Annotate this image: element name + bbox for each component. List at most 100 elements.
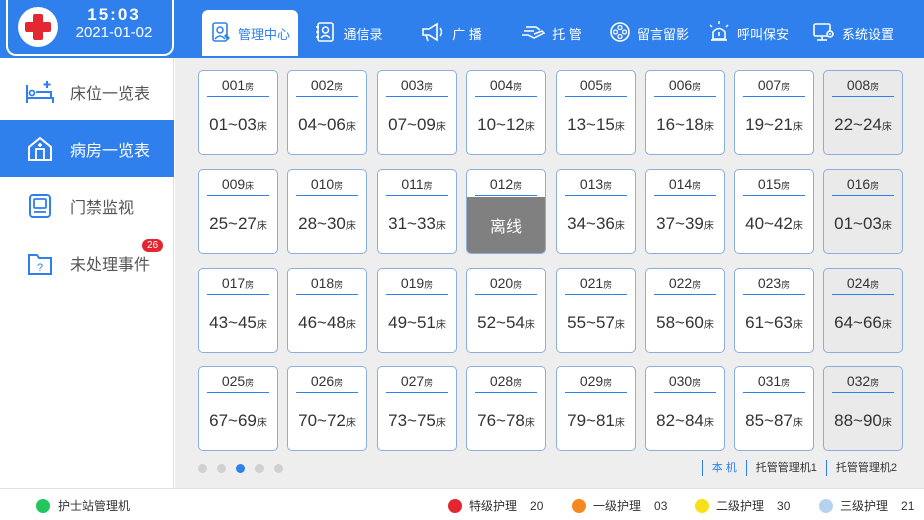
room-card[interactable]: 019房 49~51床 — [377, 268, 457, 353]
bed-range: 82~84床 — [656, 411, 714, 430]
room-number: 010房 — [296, 176, 358, 196]
room-card[interactable]: 023房 61~63床 — [734, 268, 814, 353]
bed-range: 28~30床 — [298, 214, 356, 233]
room-number: 018房 — [296, 275, 358, 295]
bed-range: 76~78床 — [477, 411, 535, 430]
machine-tab-managed-1[interactable]: 托管管理机1 — [745, 460, 826, 476]
room-number: 009床 — [207, 176, 269, 196]
bed-range: 01~03床 — [834, 214, 892, 233]
room-card[interactable]: 022房 58~60床 — [645, 268, 725, 353]
legend-dot — [448, 498, 462, 513]
sidebar-item-pending-events[interactable]: ? 未处理事件 26 — [0, 234, 174, 291]
tab-call-security[interactable]: 呼叫保安 — [698, 10, 798, 56]
tab-custody[interactable]: 托 管 — [502, 10, 600, 56]
room-card[interactable]: 014房 37~39床 — [645, 169, 725, 254]
bed-range: 40~42床 — [745, 214, 803, 233]
megaphone-icon — [420, 21, 446, 46]
bed-range: 58~60床 — [656, 313, 714, 332]
ward-house-icon — [24, 133, 56, 165]
tab-broadcast[interactable]: 广 播 — [400, 10, 502, 56]
legend-count: 03 — [654, 498, 668, 513]
room-card[interactable]: 012房 离线 — [466, 169, 546, 254]
page-dot[interactable] — [255, 464, 264, 473]
page-dot[interactable] — [236, 464, 245, 473]
room-card[interactable]: 006房 16~18床 — [645, 70, 725, 155]
tab-management-center[interactable]: 管理中心 — [202, 10, 298, 56]
svg-text:?: ? — [37, 262, 43, 274]
sidebar: 床位一览表 病房一览表 门禁监视 ? 未处理事件 26 — [0, 58, 174, 488]
room-card[interactable]: 003房 07~09床 — [377, 70, 457, 155]
room-card[interactable]: 004房 10~12床 — [466, 70, 546, 155]
film-reel-icon — [609, 21, 631, 46]
room-card[interactable]: 029房 79~81床 — [556, 366, 636, 451]
room-card[interactable]: 026房 70~72床 — [287, 366, 367, 451]
tab-label: 托 管 — [552, 26, 582, 42]
bed-range: 22~24床 — [834, 115, 892, 134]
clock-time: 15:03 — [87, 5, 141, 24]
tab-label: 系统设置 — [841, 26, 894, 42]
room-card[interactable]: 030房 82~84床 — [645, 366, 725, 451]
bed-range: 10~12床 — [477, 115, 535, 134]
legend-label: 三级护理 — [840, 499, 889, 513]
room-card[interactable]: 020房 52~54床 — [466, 268, 546, 353]
pending-folder-icon: ? — [24, 247, 56, 279]
room-card[interactable]: 028房 76~78床 — [466, 366, 546, 451]
room-card[interactable]: 027房 73~75床 — [377, 366, 457, 451]
room-card[interactable]: 032房 88~90床 — [823, 366, 903, 451]
room-card[interactable]: 024房 64~66床 — [823, 268, 903, 353]
room-card[interactable]: 015房 40~42床 — [734, 169, 814, 254]
page-dot[interactable] — [274, 464, 283, 473]
machine-tab-local[interactable]: 本 机 — [701, 460, 746, 476]
top-header: 15:03 2021-01-02 管理中心 通信录 广 播 托 管 留言留影 呼… — [0, 0, 924, 58]
legend-level1-care: 一级护理 03 — [572, 497, 667, 514]
bed-range: 88~90床 — [834, 411, 892, 430]
room-card[interactable]: 001房 01~03床 — [198, 70, 278, 155]
room-card[interactable]: 021房 55~57床 — [556, 268, 636, 353]
sidebar-item-access-monitor[interactable]: 门禁监视 — [0, 177, 174, 234]
room-card[interactable]: 013房 34~36床 — [556, 169, 636, 254]
bed-range: 04~06床 — [298, 115, 356, 134]
monitor-gear-icon — [812, 21, 836, 46]
room-number: 016房 — [832, 176, 894, 196]
bed-range: 07~09床 — [388, 115, 446, 134]
page-dot[interactable] — [198, 464, 207, 473]
room-number: 019房 — [386, 275, 448, 295]
room-number: 002房 — [296, 77, 358, 97]
room-number: 006房 — [654, 77, 716, 97]
legend-count: 30 — [777, 498, 791, 513]
bed-range: 49~51床 — [388, 313, 446, 332]
room-card[interactable]: 025房 67~69床 — [198, 366, 278, 451]
tab-label: 呼叫保安 — [736, 26, 789, 42]
bed-range: 46~48床 — [298, 313, 356, 332]
room-number: 022房 — [654, 275, 716, 295]
room-number: 017房 — [207, 275, 269, 295]
clock-date: 2021-01-02 — [75, 24, 153, 41]
sidebar-item-ward-overview[interactable]: 病房一览表 — [0, 120, 174, 177]
legend-label: 一级护理 — [593, 499, 642, 513]
room-card[interactable]: 031房 85~87床 — [734, 366, 814, 451]
machine-tab-managed-2[interactable]: 托管管理机2 — [825, 460, 906, 476]
room-number: 005房 — [565, 77, 627, 97]
tab-label: 留言留影 — [636, 26, 689, 42]
room-card[interactable]: 016房 01~03床 — [823, 169, 903, 254]
room-number: 011房 — [386, 176, 448, 196]
sidebar-item-label: 门禁监视 — [70, 199, 135, 217]
room-card[interactable]: 007房 19~21床 — [734, 70, 814, 155]
room-card[interactable]: 009床 25~27床 — [198, 169, 278, 254]
room-card[interactable]: 017房 43~45床 — [198, 268, 278, 353]
room-number: 027房 — [386, 373, 448, 393]
room-card[interactable]: 010房 28~30床 — [287, 169, 367, 254]
room-card[interactable]: 011房 31~33床 — [377, 169, 457, 254]
bed-range: 79~81床 — [567, 411, 625, 430]
tab-contacts[interactable]: 通信录 — [298, 10, 400, 56]
sidebar-item-bed-overview[interactable]: 床位一览表 — [0, 63, 174, 120]
bed-range: 55~57床 — [567, 313, 625, 332]
tab-system-settings[interactable]: 系统设置 — [798, 10, 908, 56]
room-card[interactable]: 002房 04~06床 — [287, 70, 367, 155]
room-card[interactable]: 018房 46~48床 — [287, 268, 367, 353]
tab-messages[interactable]: 留言留影 — [600, 10, 698, 56]
room-card[interactable]: 008房 22~24床 — [823, 70, 903, 155]
room-card[interactable]: 005房 13~15床 — [556, 70, 636, 155]
hospital-cross-logo-icon — [18, 7, 58, 47]
page-dot[interactable] — [217, 464, 226, 473]
